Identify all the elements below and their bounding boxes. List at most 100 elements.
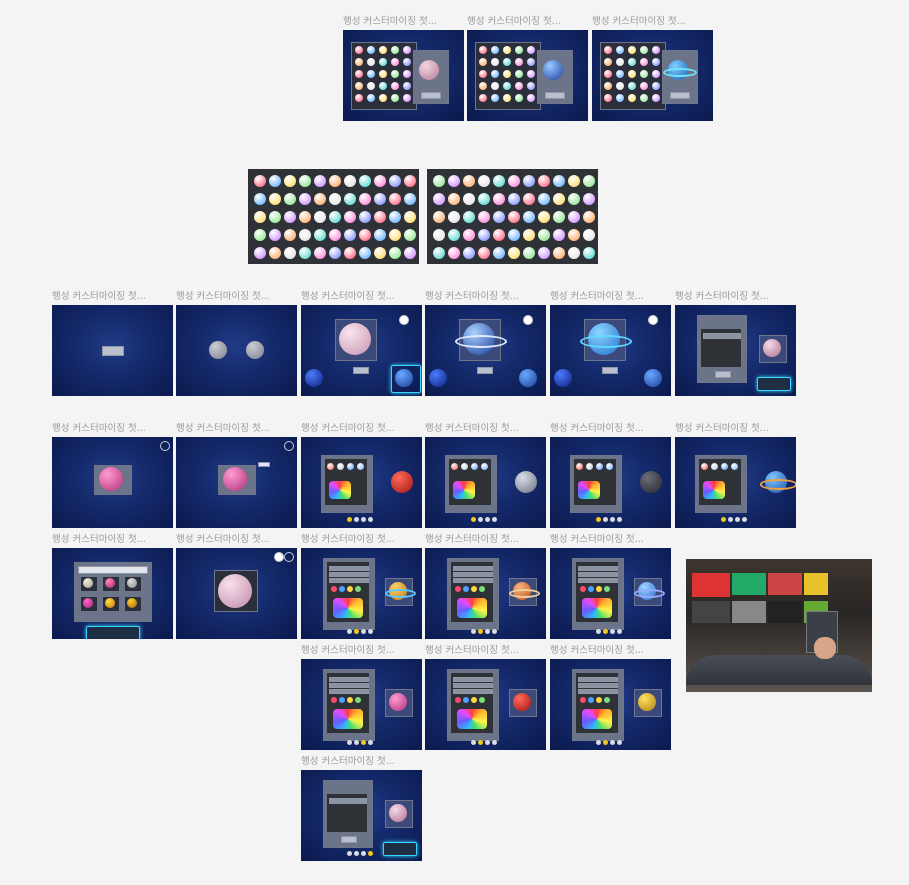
screen-frame[interactable]: 행성 커스터마이징 첫... xyxy=(550,422,671,528)
color-swatch-3[interactable] xyxy=(355,697,361,703)
color-swatch-2[interactable] xyxy=(347,586,353,592)
color-picker-hex[interactable] xyxy=(457,709,487,729)
page-dot[interactable] xyxy=(596,517,601,522)
page-dot[interactable] xyxy=(492,629,497,634)
color-picker-hex[interactable] xyxy=(333,709,363,729)
page-dot[interactable] xyxy=(361,629,366,634)
search-icon[interactable] xyxy=(284,552,294,562)
screen-frame[interactable]: 행성 커스터마이징 첫... xyxy=(301,755,422,861)
confirm-button[interactable] xyxy=(715,371,731,378)
screen-frame[interactable]: 행성 커스터마이징 첫... xyxy=(343,15,464,121)
screen-frame[interactable]: 행성 커스터마이징 첫... xyxy=(301,422,422,528)
screen-frame[interactable]: 행성 커스터마이징 첫... xyxy=(675,290,796,396)
page-dot[interactable] xyxy=(617,517,622,522)
color-swatch-3[interactable] xyxy=(604,697,610,703)
screen-thumbnail[interactable] xyxy=(425,305,546,396)
screen-thumbnail[interactable] xyxy=(467,30,588,121)
search-icon[interactable] xyxy=(160,441,170,451)
screen-frame[interactable]: 행성 커스터마이징 첫... xyxy=(425,422,546,528)
screen-thumbnail[interactable] xyxy=(425,437,546,528)
page-dot[interactable] xyxy=(471,629,476,634)
page-dot[interactable] xyxy=(361,517,366,522)
screen-thumbnail[interactable] xyxy=(52,305,173,396)
screen-thumbnail[interactable] xyxy=(301,770,422,861)
virtual-keyboard[interactable] xyxy=(383,842,417,856)
page-dot[interactable] xyxy=(347,629,352,634)
color-picker-hex[interactable] xyxy=(333,598,363,618)
start-button[interactable] xyxy=(102,346,124,356)
screen-frame[interactable]: 행성 커스터마이징 첫... xyxy=(301,290,422,396)
screen-frame[interactable]: 행성 커스터마이징 첫... xyxy=(425,290,546,396)
screen-thumbnail[interactable] xyxy=(675,305,796,396)
option-row[interactable] xyxy=(329,578,369,583)
screen-frame[interactable]: 행성 커스터마이징 첫... xyxy=(425,644,546,750)
color-swatch-0[interactable] xyxy=(331,697,337,703)
page-dot[interactable] xyxy=(471,517,476,522)
color-picker-hex[interactable] xyxy=(703,481,725,499)
option-row[interactable] xyxy=(453,677,493,682)
page-dot[interactable] xyxy=(721,517,726,522)
color-swatch-1[interactable] xyxy=(463,586,469,592)
page-dot[interactable] xyxy=(485,740,490,745)
search-icon[interactable] xyxy=(284,441,294,451)
option-row[interactable] xyxy=(578,689,618,694)
screen-frame[interactable]: 행성 커스터마이징 첫... xyxy=(52,533,173,639)
screen-frame[interactable]: 행성 커스터마이징 첫... xyxy=(176,422,297,528)
page-dot[interactable] xyxy=(478,517,483,522)
screen-thumbnail[interactable] xyxy=(301,437,422,528)
page-dot[interactable] xyxy=(347,740,352,745)
page-dot[interactable] xyxy=(610,740,615,745)
screen-frame[interactable]: 행성 커스터마이징 첫... xyxy=(592,15,713,121)
color-picker-hex[interactable] xyxy=(457,598,487,618)
confirm-button[interactable] xyxy=(421,92,441,99)
page-dot[interactable] xyxy=(742,517,747,522)
option-row[interactable] xyxy=(453,683,493,688)
color-picker-hex[interactable] xyxy=(453,481,475,499)
page-dot[interactable] xyxy=(368,629,373,634)
option-row[interactable] xyxy=(329,677,369,682)
screen-frame[interactable]: 행성 커스터마이징 첫... xyxy=(550,644,671,750)
page-dot[interactable] xyxy=(603,740,608,745)
screen-frame[interactable]: 행성 커스터마이징 첫... xyxy=(52,422,173,528)
page-dot[interactable] xyxy=(354,629,359,634)
page-dot[interactable] xyxy=(361,851,366,856)
option-row[interactable] xyxy=(329,689,369,694)
screen-thumbnail[interactable] xyxy=(176,548,297,639)
color-swatch-2[interactable] xyxy=(471,586,477,592)
color-picker-hex[interactable] xyxy=(582,598,612,618)
screen-frame[interactable]: 행성 커스터마이징 첫... xyxy=(550,290,671,396)
page-dot[interactable] xyxy=(617,740,622,745)
color-swatch-0[interactable] xyxy=(580,586,586,592)
screen-thumbnail[interactable] xyxy=(343,30,464,121)
option-row[interactable] xyxy=(578,683,618,688)
option-row[interactable] xyxy=(578,578,618,583)
confirm-button[interactable] xyxy=(602,367,618,374)
page-dot[interactable] xyxy=(610,517,615,522)
page-dot[interactable] xyxy=(492,740,497,745)
screen-thumbnail[interactable] xyxy=(301,305,422,396)
color-swatch-3[interactable] xyxy=(355,586,361,592)
color-swatch-0[interactable] xyxy=(331,586,337,592)
page-dot[interactable] xyxy=(492,517,497,522)
virtual-keyboard[interactable] xyxy=(757,377,791,391)
page-dot[interactable] xyxy=(603,517,608,522)
inventory-search-bar[interactable] xyxy=(78,566,148,574)
screen-frame[interactable]: 행성 커스터마이징 첫... xyxy=(425,533,546,639)
close-icon[interactable] xyxy=(399,315,409,325)
color-swatch-2[interactable] xyxy=(347,697,353,703)
virtual-keyboard[interactable] xyxy=(86,626,140,639)
color-swatch-0[interactable] xyxy=(580,697,586,703)
option-row[interactable] xyxy=(329,683,369,688)
screen-thumbnail[interactable] xyxy=(550,659,671,750)
name-field[interactable] xyxy=(329,798,367,804)
color-swatch-1[interactable] xyxy=(339,697,345,703)
screen-frame[interactable]: 행성 커스터마이징 첫... xyxy=(550,533,671,639)
confirm-button[interactable] xyxy=(670,92,690,99)
option-row[interactable] xyxy=(329,572,369,577)
name-field[interactable] xyxy=(703,333,741,339)
option-row[interactable] xyxy=(329,566,369,571)
page-dot[interactable] xyxy=(368,740,373,745)
screen-thumbnail[interactable] xyxy=(550,305,671,396)
color-swatch-1[interactable] xyxy=(588,586,594,592)
screen-thumbnail[interactable] xyxy=(592,30,713,121)
